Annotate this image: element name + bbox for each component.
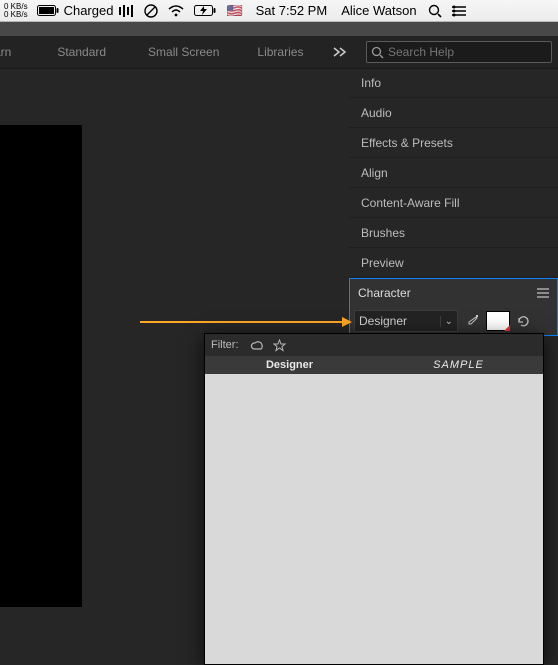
spotlight-icon[interactable]	[428, 4, 442, 18]
network-speed-indicator: 0 KB/s 0 KB/s	[4, 3, 28, 19]
filter-favorites-icon[interactable]	[273, 339, 286, 352]
panel-character: Character Designer ⌄	[349, 278, 558, 336]
audio-levels-icon[interactable]	[118, 5, 134, 17]
panel-effects-presets[interactable]: Effects & Presets	[349, 128, 558, 158]
user-name[interactable]: Alice Watson	[341, 3, 416, 18]
font-dropdown-popup: Filter: Designer SAMPLE	[204, 333, 544, 665]
help-search-input[interactable]	[384, 44, 547, 60]
fill-color-swatch[interactable]	[486, 311, 510, 331]
battery-status-text: Charged	[64, 3, 114, 18]
panel-audio[interactable]: Audio	[349, 98, 558, 128]
workspace-tab-bar: arn Standard Small Screen Libraries	[0, 36, 558, 69]
font-family-value: Designer	[359, 314, 407, 328]
app-titlebar	[0, 22, 558, 37]
macos-menubar: 0 KB/s 0 KB/s Charged 🇺🇸 Sat 7:52 PM Ali…	[0, 0, 558, 22]
panel-align[interactable]: Align	[349, 158, 558, 188]
filter-label: Filter:	[211, 339, 239, 351]
battery-icon[interactable]	[37, 5, 59, 16]
composition-preview	[0, 125, 82, 607]
tab-small-screen[interactable]: Small Screen	[136, 36, 231, 68]
font-list-name-header: Designer	[205, 359, 374, 371]
panel-preview[interactable]: Preview	[349, 248, 558, 278]
power-icon[interactable]	[194, 5, 216, 16]
tabs-overflow-icon[interactable]	[333, 47, 347, 57]
search-icon	[371, 46, 384, 59]
tab-standard[interactable]: Standard	[45, 36, 118, 68]
wifi-icon[interactable]	[168, 5, 184, 17]
help-search-box[interactable]	[366, 41, 552, 63]
font-family-dropdown[interactable]: Designer ⌄	[354, 310, 458, 332]
character-panel-title[interactable]: Character	[358, 286, 537, 300]
panel-menu-icon[interactable]	[537, 288, 549, 298]
font-list-area[interactable]	[205, 374, 543, 664]
panel-info[interactable]: Info	[349, 68, 558, 98]
reset-color-icon[interactable]	[514, 311, 532, 331]
eyedropper-icon[interactable]	[462, 311, 482, 331]
notification-center-icon[interactable]	[452, 5, 466, 17]
filter-creative-cloud-icon[interactable]	[249, 340, 265, 351]
font-list-sample-header: SAMPLE	[374, 359, 543, 371]
tab-learn[interactable]: arn	[0, 36, 23, 68]
do-not-disturb-icon[interactable]	[144, 4, 158, 18]
clock-text[interactable]: Sat 7:52 PM	[256, 3, 328, 18]
tab-libraries[interactable]: Libraries	[245, 36, 315, 68]
flag-icon[interactable]: 🇺🇸	[226, 3, 242, 19]
right-panel-stack: Info Audio Effects & Presets Align Conte…	[349, 68, 558, 336]
panel-brushes[interactable]: Brushes	[349, 218, 558, 248]
chevron-down-icon: ⌄	[440, 316, 453, 327]
panel-content-aware-fill[interactable]: Content-Aware Fill	[349, 188, 558, 218]
annotation-arrow	[140, 321, 344, 323]
